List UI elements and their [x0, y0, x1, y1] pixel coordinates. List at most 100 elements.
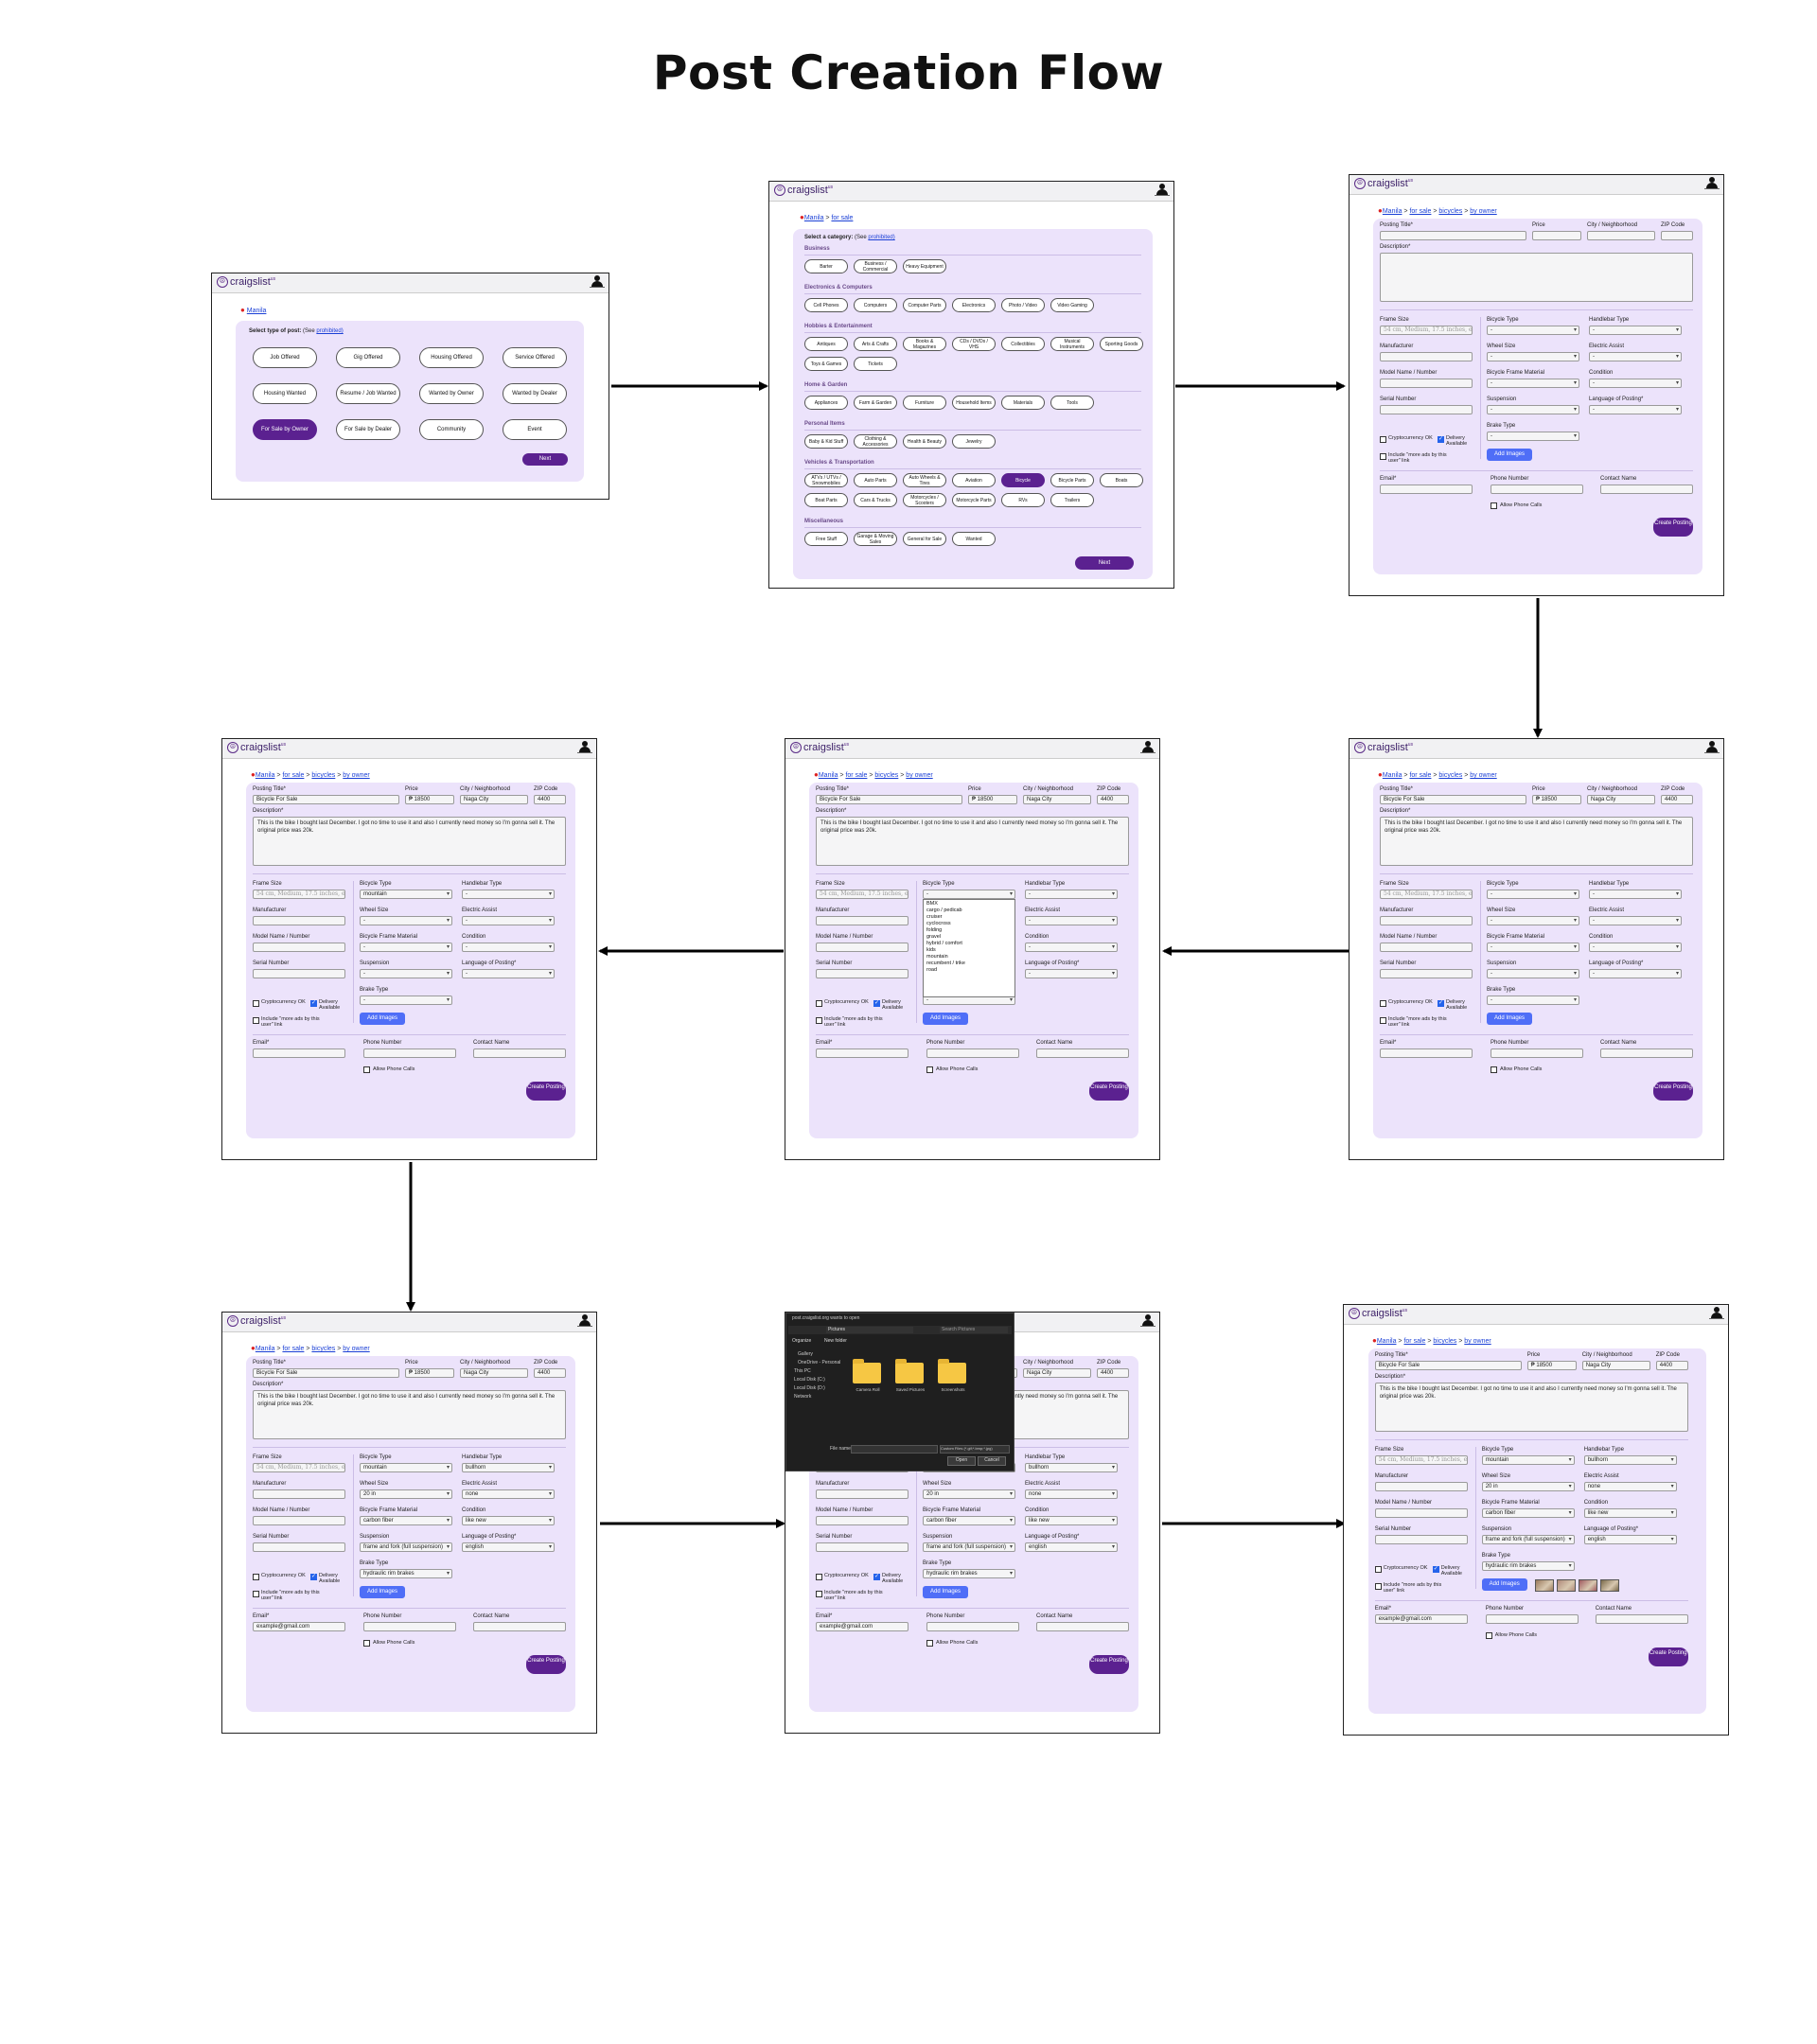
dropdown-option[interactable]: cyclocross — [926, 921, 1012, 927]
add-images-button[interactable]: Add Images — [923, 1586, 968, 1598]
frame-size-input[interactable]: 54 cm, Medium, 17.5 inches, etc. — [1380, 890, 1473, 899]
nav-tree-item[interactable]: Local Disk (D:) — [794, 1385, 825, 1391]
post-type-option[interactable]: For Sale by Owner — [253, 419, 317, 440]
delivery-checkbox[interactable] — [873, 999, 880, 1007]
electric-assist-select[interactable]: none — [462, 1489, 555, 1499]
serial-input[interactable] — [1380, 969, 1473, 978]
allow-calls-checkbox[interactable] — [1491, 1066, 1497, 1073]
category-option[interactable]: Arts & Crafts — [854, 337, 897, 351]
create-posting-button[interactable]: Create Posting — [1653, 1082, 1693, 1101]
category-option[interactable]: Boat Parts — [804, 493, 848, 507]
delivery-checkbox[interactable] — [1438, 999, 1444, 1007]
language-select[interactable]: english — [462, 1542, 555, 1552]
user-account-icon[interactable] — [1155, 184, 1170, 197]
manufacturer-input[interactable] — [253, 1489, 345, 1499]
contact-name-input[interactable] — [473, 1622, 566, 1631]
posting-title-input[interactable] — [1380, 231, 1526, 240]
nav-tree-item[interactable]: Local Disk (C:) — [794, 1377, 825, 1383]
open-button[interactable]: Open — [947, 1456, 976, 1466]
breadcrumb-link[interactable]: bicycles — [1438, 208, 1462, 215]
breadcrumb-location[interactable]: Manila — [247, 308, 267, 314]
frame-material-select[interactable]: - — [360, 943, 452, 952]
contact-name-input[interactable] — [1036, 1622, 1129, 1631]
language-select[interactable]: - — [1589, 405, 1682, 414]
category-option[interactable]: Jewelry — [952, 434, 996, 449]
model-input[interactable] — [1380, 379, 1473, 388]
breadcrumb-link[interactable]: Manila — [256, 772, 275, 779]
breadcrumb-link[interactable]: by owner — [343, 1346, 369, 1352]
electric-assist-select[interactable]: none — [1025, 1489, 1118, 1499]
delivery-checkbox[interactable] — [310, 999, 317, 1007]
craigslist-logo[interactable]: ☮craigslistus — [1349, 1308, 1407, 1320]
craigslist-logo[interactable]: ☮craigslistus — [774, 185, 833, 197]
search-field[interactable]: Search Pictures — [940, 1327, 1008, 1333]
language-select[interactable]: english — [1025, 1542, 1118, 1552]
manufacturer-input[interactable] — [1380, 352, 1473, 361]
category-option[interactable]: Antiques — [804, 337, 848, 351]
language-select[interactable]: english — [1583, 1535, 1677, 1544]
category-option[interactable]: Business / Commercial — [854, 259, 897, 273]
create-posting-button[interactable]: Create Posting — [526, 1082, 566, 1101]
category-option[interactable]: Cars & Trucks — [854, 493, 897, 507]
breadcrumb-link[interactable]: Manila — [819, 772, 838, 779]
crypto-checkbox[interactable] — [816, 1000, 822, 1007]
serial-input[interactable] — [816, 1542, 908, 1552]
description-textarea[interactable]: This is the bike I bought last December.… — [253, 1390, 566, 1439]
craigslist-logo[interactable]: ☮craigslistus — [790, 742, 849, 754]
condition-select[interactable]: like new — [1025, 1516, 1118, 1525]
allow-calls-checkbox[interactable] — [1491, 502, 1497, 509]
frame-size-input[interactable]: 54 cm, Medium, 17.5 inches, etc. — [1374, 1455, 1468, 1465]
file-type-filter[interactable]: Custom Files (*.gif;*.bmp;*.jpg) — [940, 1445, 1010, 1454]
post-type-option[interactable]: Wanted by Dealer — [503, 383, 567, 404]
uploaded-image-thumbnail[interactable] — [1556, 1579, 1576, 1592]
contact-name-input[interactable] — [473, 1048, 566, 1058]
add-images-button[interactable]: Add Images — [1487, 1013, 1532, 1025]
contact-name-input[interactable] — [1595, 1614, 1688, 1624]
allow-calls-checkbox[interactable] — [363, 1640, 370, 1647]
dropdown-option[interactable]: cruiser — [926, 914, 1012, 921]
bicycle-type-dropdown-list[interactable]: BMX cargo / pedicab cruiser cyclocross foldi… — [923, 899, 1015, 997]
create-posting-button[interactable]: Create Posting — [1653, 518, 1693, 537]
bicycle-type-select[interactable]: mountain — [1481, 1455, 1575, 1465]
contact-name-input[interactable] — [1600, 1048, 1693, 1058]
next-button[interactable]: Next — [1075, 556, 1134, 570]
category-option[interactable]: Computer Parts — [903, 298, 946, 312]
dropdown-option[interactable]: hybrid / comfort — [926, 941, 1012, 947]
cancel-button[interactable]: Cancel — [978, 1456, 1006, 1466]
breadcrumb-link[interactable]: for sale — [1403, 1338, 1425, 1345]
post-type-option[interactable]: Gig Offered — [336, 347, 400, 368]
condition-select[interactable]: - — [1025, 943, 1118, 952]
delivery-checkbox[interactable] — [1432, 1565, 1439, 1573]
category-option[interactable]: Motorcycle Parts — [952, 493, 996, 507]
email-input[interactable] — [816, 1048, 908, 1058]
category-option[interactable]: General for Sale — [903, 532, 946, 546]
craigslist-logo[interactable]: ☮craigslistus — [217, 276, 275, 289]
crypto-checkbox[interactable] — [1380, 1000, 1386, 1007]
crypto-checkbox[interactable] — [1380, 436, 1386, 443]
email-input[interactable]: example@gmail.com — [816, 1622, 908, 1631]
wheel-size-select[interactable]: - — [1487, 916, 1579, 925]
category-option[interactable]: Electronics — [952, 298, 996, 312]
crypto-checkbox[interactable] — [253, 1000, 259, 1007]
zip-input[interactable]: 4400 — [534, 795, 566, 804]
category-option[interactable]: Auto Parts — [854, 473, 897, 487]
email-input[interactable] — [1380, 485, 1473, 494]
serial-input[interactable] — [253, 969, 345, 978]
bicycle-type-select[interactable]: - — [923, 890, 1015, 899]
more-ads-checkbox[interactable] — [1374, 1583, 1382, 1590]
post-type-option[interactable]: Wanted by Owner — [419, 383, 484, 404]
handlebar-select[interactable]: - — [1025, 890, 1118, 899]
uploaded-image-thumbnail[interactable] — [1599, 1579, 1619, 1592]
city-input[interactable]: Naga City — [1587, 795, 1655, 804]
category-option[interactable]: Barter — [804, 259, 848, 273]
category-option[interactable]: Photo / Video — [1001, 298, 1045, 312]
category-option[interactable]: Aviation — [952, 473, 996, 487]
brake-type-select[interactable]: - — [360, 996, 452, 1005]
frame-material-select[interactable]: - — [1487, 943, 1579, 952]
wheel-size-select[interactable]: 20 in — [923, 1489, 1015, 1499]
allow-calls-checkbox[interactable] — [363, 1066, 370, 1073]
category-option[interactable]: RVs — [1001, 493, 1045, 507]
create-posting-button[interactable]: Create Posting — [1648, 1648, 1688, 1666]
category-option[interactable]: Trailers — [1050, 493, 1094, 507]
phone-input[interactable] — [363, 1622, 456, 1631]
